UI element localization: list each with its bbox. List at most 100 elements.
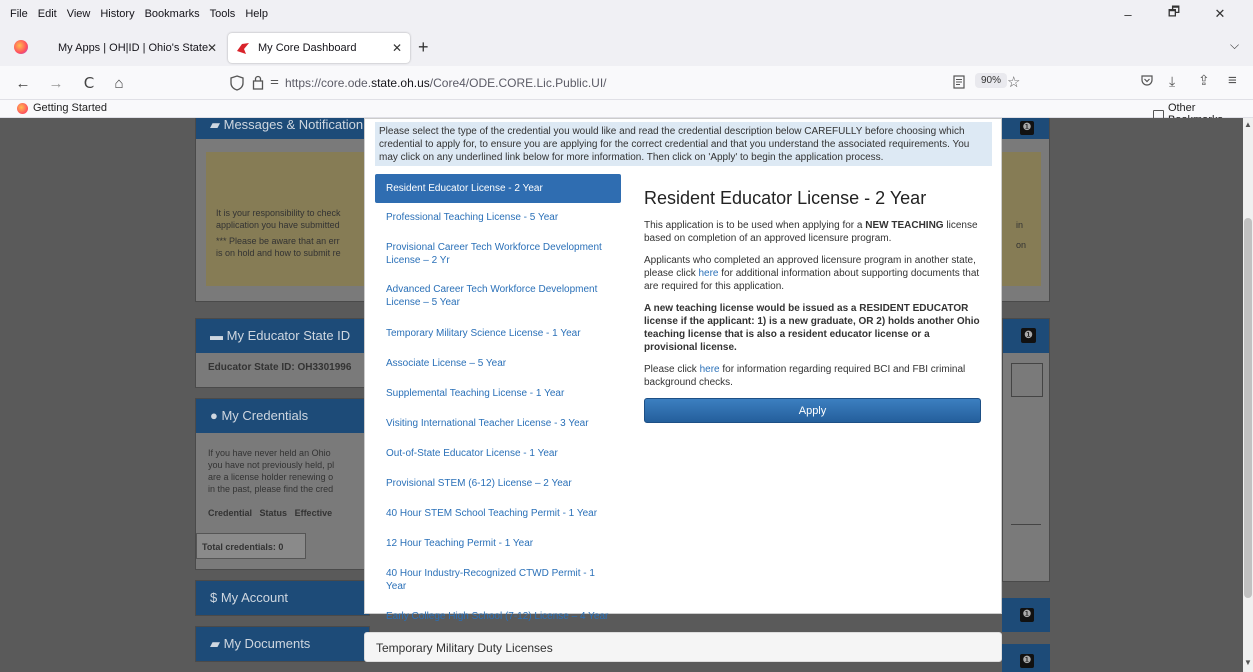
- menu-view[interactable]: View: [67, 8, 91, 20]
- desc-text: Please click: [644, 364, 700, 375]
- forward-button[interactable]: →: [45, 72, 67, 94]
- right-panel: ❶: [1002, 318, 1050, 582]
- license-item-40hr-stem-permit[interactable]: 40 Hour STEM School Teaching Permit - 1 …: [375, 507, 621, 520]
- tab-list-button[interactable]: ⌵: [1230, 38, 1239, 53]
- col-status: Status: [259, 508, 288, 518]
- zoom-level[interactable]: 90%: [975, 73, 1008, 88]
- permissions-icon[interactable]: ⚌: [270, 76, 279, 87]
- license-item-associate[interactable]: Associate License – 5 Year: [375, 357, 621, 370]
- lock-icon[interactable]: [252, 75, 264, 93]
- messages-right-text: on: [1016, 240, 1027, 250]
- share-icon[interactable]: ⇪: [1198, 72, 1210, 89]
- license-item-resident-educator[interactable]: Resident Educator License - 2 Year: [375, 174, 621, 203]
- tab-my-core-dashboard[interactable]: My Core Dashboard ✕: [228, 33, 410, 63]
- license-item-professional-teaching[interactable]: Professional Teaching License - 5 Year: [375, 211, 621, 224]
- scroll-down-icon[interactable]: ▼: [1244, 658, 1252, 667]
- minimize-button[interactable]: –: [1105, 0, 1151, 28]
- credentials-line: If you have never held an Ohio: [208, 448, 331, 458]
- supporting-docs-link[interactable]: here: [698, 268, 718, 279]
- bookmarks-bar: Getting Started Other Bookmarks: [0, 100, 1253, 126]
- credentials-title: My Credentials: [221, 408, 309, 423]
- credentials-text: If you have never held an Ohio you have …: [208, 447, 334, 495]
- close-icon[interactable]: ✕: [392, 41, 402, 55]
- messages-right-text: in: [1016, 220, 1024, 230]
- background-check-link[interactable]: here: [700, 364, 720, 375]
- page-scrollbar[interactable]: ▲ ▼: [1243, 118, 1253, 672]
- bookmark-star-icon[interactable]: ☆: [1007, 73, 1020, 91]
- license-item-visiting-international[interactable]: Visiting International Teacher License -…: [375, 417, 621, 430]
- new-tab-button[interactable]: +: [418, 37, 429, 58]
- esid-row: Educator State ID: OH3301996: [208, 362, 351, 374]
- page-viewport: ▰ Messages & Notification It is your res…: [0, 118, 1243, 672]
- temporary-military-duty-accordion[interactable]: Temporary Military Duty Licenses: [364, 632, 1002, 662]
- resident-educator-criteria: A new teaching license would be issued a…: [644, 303, 980, 353]
- tab-my-apps[interactable]: My Apps | OH|ID | Ohio's State Digi ✕: [40, 33, 225, 63]
- divider: [1011, 524, 1041, 525]
- credentials-line: are a license holder renewing o: [208, 472, 334, 482]
- menu-edit[interactable]: Edit: [38, 8, 57, 20]
- apple-icon: ●: [210, 408, 222, 423]
- back-button[interactable]: ←: [12, 72, 34, 94]
- close-window-button[interactable]: ✕: [1197, 0, 1243, 28]
- restore-button[interactable]: 🗗: [1151, 0, 1197, 28]
- col-credential: Credential: [208, 508, 253, 518]
- url-domain: state.oh.us: [371, 76, 430, 90]
- firefox-icon[interactable]: [14, 40, 28, 54]
- educator-state-id-panel: ▬ My Educator State ID Educator State ID…: [195, 318, 370, 388]
- messages-icon: ▰: [210, 118, 220, 132]
- scrollbar-thumb[interactable]: [1244, 218, 1252, 598]
- license-item-12hr-teaching-permit[interactable]: 12 Hour Teaching Permit - 1 Year: [375, 537, 621, 550]
- esid-value: OH3301996: [297, 362, 352, 373]
- right-panel-box: [1011, 363, 1043, 397]
- scroll-up-icon[interactable]: ▲: [1244, 120, 1252, 129]
- instructions: Please select the type of the credential…: [375, 122, 992, 166]
- info-icon[interactable]: ❶: [1021, 328, 1036, 343]
- license-item-early-college[interactable]: Early College High School (7-12) License…: [375, 610, 621, 623]
- license-item-advanced-ctwd[interactable]: Advanced Career Tech Workforce Developme…: [375, 283, 621, 309]
- reload-button[interactable]: C: [78, 72, 100, 94]
- shield-icon[interactable]: [230, 75, 244, 94]
- info-icon[interactable]: ❶: [1020, 608, 1034, 622]
- license-item-provisional-ctwd[interactable]: Provisional Career Tech Workforce Develo…: [375, 241, 621, 267]
- info-icon[interactable]: ❶: [1020, 654, 1034, 668]
- license-list: Resident Educator License - 2 Year Profe…: [375, 174, 621, 623]
- esid-label: Educator State ID:: [208, 362, 295, 373]
- license-item-provisional-stem[interactable]: Provisional STEM (6-12) License – 2 Year: [375, 477, 621, 490]
- app-menu-icon[interactable]: ≡: [1228, 72, 1237, 89]
- menu-tools[interactable]: Tools: [210, 8, 236, 20]
- documents-header: ▰ My Documents: [196, 627, 369, 661]
- menu-history[interactable]: History: [100, 8, 134, 20]
- url-prefix: https://core.ode.: [285, 76, 372, 90]
- url-path: /Core4/ODE.CORE.Lic.Public.UI/: [429, 76, 607, 90]
- esid-header: ▬ My Educator State ID: [196, 319, 369, 353]
- total-credentials-box: Total credentials: 0: [196, 533, 306, 559]
- pocket-icon[interactable]: [1140, 74, 1154, 91]
- downloads-icon[interactable]: ⤓: [1169, 73, 1175, 90]
- info-icon[interactable]: ❶: [1020, 121, 1034, 135]
- messages-line: application you have submitted: [216, 220, 340, 230]
- core-favicon-icon: [236, 41, 250, 55]
- close-icon[interactable]: ✕: [207, 41, 217, 55]
- menu-help[interactable]: Help: [245, 8, 268, 20]
- license-item-supplemental-teaching[interactable]: Supplemental Teaching License - 1 Year: [375, 387, 621, 400]
- folder-icon: ▰: [210, 636, 224, 651]
- credentials-line: you have not previously held, pl: [208, 460, 335, 470]
- license-item-out-of-state[interactable]: Out-of-State Educator License - 1 Year: [375, 447, 621, 460]
- reader-view-icon[interactable]: [953, 75, 965, 92]
- apply-button[interactable]: Apply: [644, 398, 981, 423]
- bookmark-label: Getting Started: [33, 102, 107, 114]
- menu-file[interactable]: File: [10, 8, 28, 20]
- menu-bookmarks[interactable]: Bookmarks: [145, 8, 200, 20]
- firefox-icon: [17, 102, 28, 114]
- bookmark-getting-started[interactable]: Getting Started: [17, 102, 107, 114]
- credentials-panel: ● My Credentials If you have never held …: [195, 398, 370, 570]
- url-text[interactable]: https://core.ode.state.oh.us/Core4/ODE.C…: [285, 76, 607, 90]
- license-item-40hr-ctwd-permit[interactable]: 40 Hour Industry-Recognized CTWD Permit …: [375, 567, 621, 593]
- home-button[interactable]: ⌂: [108, 72, 130, 94]
- license-description: This application is to be used when appl…: [644, 219, 984, 245]
- background-check-info: Please click here for information regard…: [644, 363, 984, 389]
- license-item-temporary-military-science[interactable]: Temporary Military Science License - 1 Y…: [375, 327, 621, 340]
- credential-selection-modal: Please select the type of the credential…: [364, 118, 1002, 622]
- documents-panel: ▰ My Documents: [195, 626, 370, 662]
- address-bar[interactable]: ⚌ https://core.ode.state.oh.us/Core4/ODE…: [230, 69, 1020, 97]
